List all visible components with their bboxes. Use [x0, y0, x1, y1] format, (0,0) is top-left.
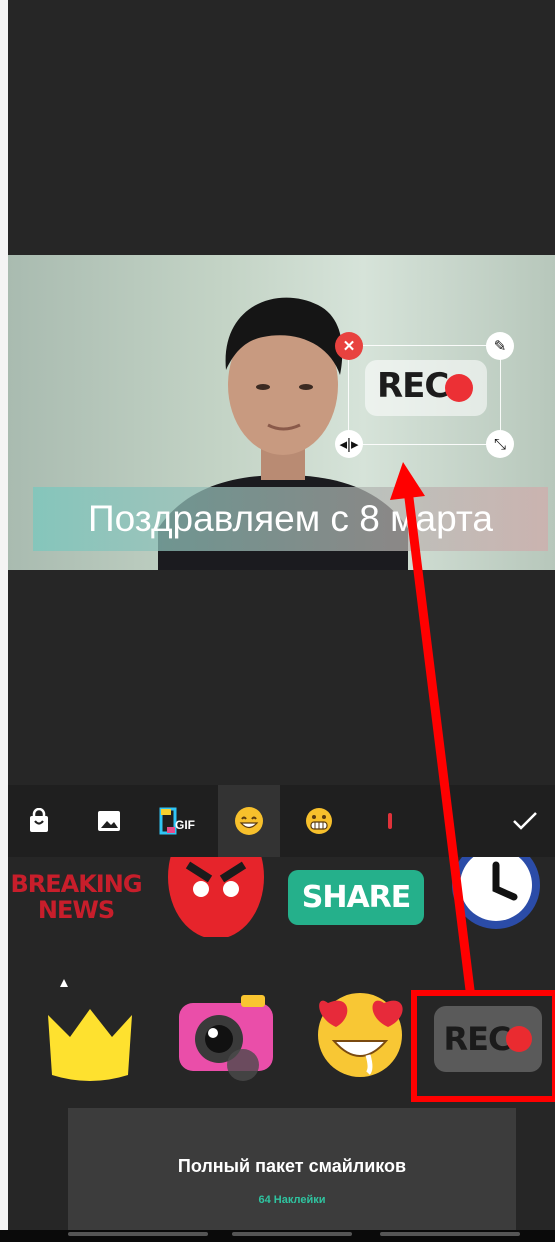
tab-images[interactable]	[78, 785, 140, 857]
sticker-heart-eyes[interactable]	[300, 973, 420, 1089]
flip-sticker-button[interactable]: ◂|▸	[335, 430, 363, 458]
sticker-pack-panel[interactable]: Полный пакет смайликов 64 Наклейки	[68, 1108, 516, 1230]
image-icon	[98, 811, 120, 831]
checkmark-icon	[513, 812, 537, 830]
sticker-angry-face[interactable]	[156, 857, 276, 937]
scale-rotate-handle[interactable]: ⤡	[486, 430, 514, 458]
tab-gif[interactable]: GIF	[148, 785, 210, 857]
selected-sticker-frame[interactable]: REC ✕ ✎ ◂|▸ ⤡	[335, 332, 514, 458]
tab-emoji-2[interactable]	[288, 785, 350, 857]
grin-emoji-icon	[235, 807, 263, 835]
sticker-breaking-news[interactable]: BREAKING NEWS	[10, 857, 142, 937]
crown-icon	[48, 979, 132, 1081]
screen-edge	[0, 0, 8, 1242]
video-preview[interactable]: Поздравляем с 8 марта REC ✕ ✎ ◂|▸ ⤡	[8, 255, 555, 570]
nav-segment	[68, 1232, 208, 1236]
camera-icon	[179, 995, 273, 1081]
confirm-button[interactable]	[495, 785, 555, 857]
clock-icon	[452, 857, 540, 929]
breaking-line: BREAKING	[10, 870, 142, 898]
grimace-emoji-icon	[306, 808, 332, 834]
tab-store[interactable]	[8, 785, 70, 857]
tab-more[interactable]	[358, 785, 420, 857]
sticker-editor-screen: Поздравляем с 8 марта REC ✕ ✎ ◂|▸ ⤡ GIF …	[0, 0, 555, 1242]
news-line: NEWS	[37, 896, 115, 924]
share-sticker-label: SHARE	[287, 869, 425, 925]
delete-sticker-button[interactable]: ✕	[335, 332, 363, 360]
tab-emoji[interactable]	[218, 785, 280, 857]
sticker-share[interactable]: SHARE	[287, 857, 425, 937]
gif-icon: GIF	[159, 807, 195, 835]
record-dot-icon	[445, 374, 473, 402]
sticker-clock[interactable]	[436, 857, 555, 937]
heart-eyes-emoji-icon	[318, 993, 403, 1077]
sticker-crown[interactable]	[30, 975, 150, 1091]
video-caption[interactable]: Поздравляем с 8 марта	[33, 487, 548, 551]
pack-sticker-count: 64 Наклейки	[258, 1194, 326, 1206]
sticker-category-tabs: GIF	[8, 785, 555, 857]
shopping-bag-icon	[30, 808, 48, 832]
partial-sticker-icon	[388, 813, 392, 829]
svg-text:GIF: GIF	[175, 818, 195, 832]
edit-sticker-button[interactable]: ✎	[486, 332, 514, 360]
angry-face-icon	[168, 857, 264, 937]
nav-segment	[232, 1232, 352, 1236]
rec-sticker-label: REC	[377, 366, 449, 406]
sticker-camera[interactable]	[166, 977, 286, 1093]
rec-sticker[interactable]: REC	[365, 360, 487, 416]
pack-title: Полный пакет смайликов	[177, 1156, 407, 1176]
annotation-highlight-box	[411, 990, 555, 1102]
nav-segment	[380, 1232, 520, 1236]
breaking-news-text: BREAKING NEWS	[10, 870, 142, 924]
